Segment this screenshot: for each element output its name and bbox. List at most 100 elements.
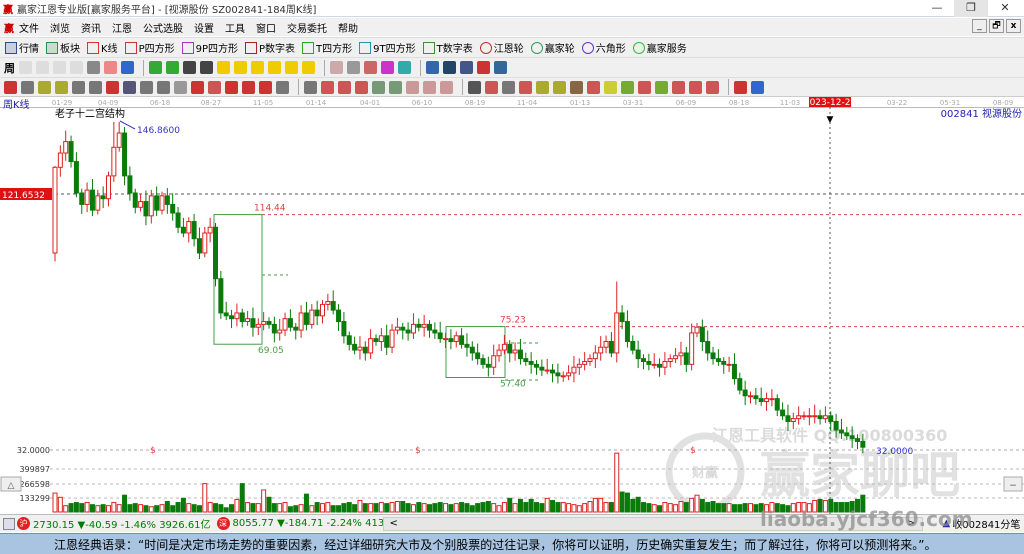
toolbar-button-3[interactable]: P四方形 (124, 40, 175, 55)
tool-icon-17[interactable] (302, 61, 315, 74)
tool-icon-31[interactable] (519, 80, 532, 94)
tool-icon-25[interactable] (426, 61, 439, 74)
tool-icon-5[interactable] (89, 80, 102, 94)
tool-icon-39[interactable] (655, 80, 668, 94)
restore-button[interactable]: ❐ (954, 0, 988, 17)
tool-icon-10[interactable] (174, 80, 187, 94)
tool-icon-12[interactable] (217, 61, 230, 74)
tool-icon-26[interactable] (443, 61, 456, 74)
tool-icon-13[interactable] (234, 61, 247, 74)
tool-icon-41[interactable] (689, 80, 702, 94)
tool-icon-23[interactable] (389, 80, 402, 94)
tool-icon-18[interactable] (304, 80, 317, 94)
menu-2[interactable]: 资讯 (81, 20, 101, 35)
tool-icon-8[interactable] (140, 80, 153, 94)
kline-chart[interactable]: 01-29 04-09 06-18 08-27 11-05 01-14 04-01 06-10… (0, 97, 1024, 514)
tool-icon-2[interactable] (53, 61, 66, 74)
toolbar-button-6[interactable]: T四方形 (302, 40, 352, 55)
tool-icon-24[interactable] (406, 80, 419, 94)
tool-icon-37[interactable] (621, 80, 634, 94)
toolbar-button-8[interactable]: T数字表 (422, 40, 473, 55)
tool-icon-0[interactable] (4, 80, 17, 94)
toolbar-button-4[interactable]: 9P四方形 (181, 40, 238, 55)
mdi-close-button[interactable]: x (1006, 19, 1021, 33)
tool-icon-5[interactable] (104, 61, 117, 74)
toolbar-button-0[interactable]: 行情 (5, 40, 39, 55)
tool-icon-28[interactable] (477, 61, 490, 74)
menu-7[interactable]: 窗口 (256, 20, 276, 35)
toolbar-button-5[interactable]: P数字表 (245, 40, 295, 55)
menu-3[interactable]: 江恩 (112, 20, 132, 35)
menu-5[interactable]: 设置 (194, 20, 214, 35)
tool-icon-12[interactable] (208, 80, 221, 94)
tool-icon-2[interactable] (38, 80, 51, 94)
toolbar-button-11[interactable]: 六角形 (581, 40, 626, 55)
tool-icon-6[interactable] (106, 80, 119, 94)
tool-icon-20[interactable] (338, 80, 351, 94)
toolbar-button-9[interactable]: 江恩轮 (479, 40, 524, 55)
mdi-restore-button[interactable]: 🗗 (989, 19, 1004, 33)
status-scrollbar[interactable]: < > (382, 516, 923, 531)
tool-icon-29[interactable] (485, 80, 498, 94)
app-menu-icon[interactable]: 赢 (4, 20, 14, 35)
toolbar-button-7[interactable]: 9T四方形 (359, 40, 416, 55)
tool-icon-1[interactable] (21, 80, 34, 94)
tool-icon-3[interactable] (70, 61, 83, 74)
tool-icon-7[interactable] (123, 80, 136, 94)
tool-icon-13[interactable] (225, 80, 238, 94)
menu-9[interactable]: 帮助 (338, 20, 358, 35)
tool-icon-14[interactable] (251, 61, 264, 74)
period-select[interactable]: 周 (4, 60, 15, 76)
tool-icon-15[interactable] (259, 80, 272, 94)
tool-icon-34[interactable] (570, 80, 583, 94)
tool-icon-28[interactable] (468, 80, 481, 94)
toolbar-button-2[interactable]: K线 (87, 40, 118, 55)
toolbar-button-12[interactable]: 赢家服务 (632, 40, 687, 55)
tool-icon-44[interactable] (734, 80, 747, 94)
tool-icon-29[interactable] (494, 61, 507, 74)
tool-icon-16[interactable] (285, 61, 298, 74)
menu-4[interactable]: 公式选股 (143, 20, 183, 35)
tool-icon-32[interactable] (536, 80, 549, 94)
tick-data-label[interactable]: 收002841分笔 (952, 516, 1020, 531)
tool-icon-42[interactable] (706, 80, 719, 94)
menu-8[interactable]: 交易委托 (287, 20, 327, 35)
tool-icon-22[interactable] (381, 61, 394, 74)
tool-icon-27[interactable] (460, 61, 473, 74)
menu-0[interactable]: 文件 (19, 20, 39, 35)
tool-icon-25[interactable] (423, 80, 436, 94)
tool-icon-4[interactable] (72, 80, 85, 94)
tool-icon-19[interactable] (330, 61, 343, 74)
tool-icon-9[interactable] (166, 61, 179, 74)
tool-icon-40[interactable] (672, 80, 685, 94)
tool-icon-11[interactable] (200, 61, 213, 74)
tool-icon-3[interactable] (55, 80, 68, 94)
tool-icon-22[interactable] (372, 80, 385, 94)
tool-icon-1[interactable] (36, 61, 49, 74)
tool-icon-16[interactable] (276, 80, 289, 94)
tool-icon-14[interactable] (242, 80, 255, 94)
close-button[interactable]: ✕ (988, 0, 1022, 17)
tool-icon-35[interactable] (587, 80, 600, 94)
tool-icon-4[interactable] (87, 61, 100, 74)
menu-6[interactable]: 工具 (225, 20, 245, 35)
tool-icon-38[interactable] (638, 80, 651, 94)
tool-icon-10[interactable] (183, 61, 196, 74)
tool-icon-6[interactable] (121, 61, 134, 74)
calculator-icon[interactable] (3, 517, 15, 530)
mdi-minimize-button[interactable]: _ (972, 19, 987, 33)
tool-icon-30[interactable] (502, 80, 515, 94)
tool-icon-21[interactable] (355, 80, 368, 94)
tool-icon-21[interactable] (364, 61, 377, 74)
toolbar-button-1[interactable]: 板块 (46, 40, 80, 55)
scroll-left-icon[interactable]: < (390, 518, 398, 529)
tool-icon-8[interactable] (149, 61, 162, 74)
menu-1[interactable]: 浏览 (50, 20, 70, 35)
tool-icon-11[interactable] (191, 80, 204, 94)
tool-icon-23[interactable] (398, 61, 411, 74)
tool-icon-36[interactable] (604, 80, 617, 94)
tool-icon-33[interactable] (553, 80, 566, 94)
tool-icon-15[interactable] (268, 61, 281, 74)
tool-icon-0[interactable] (19, 61, 32, 74)
tool-icon-26[interactable] (440, 80, 453, 94)
